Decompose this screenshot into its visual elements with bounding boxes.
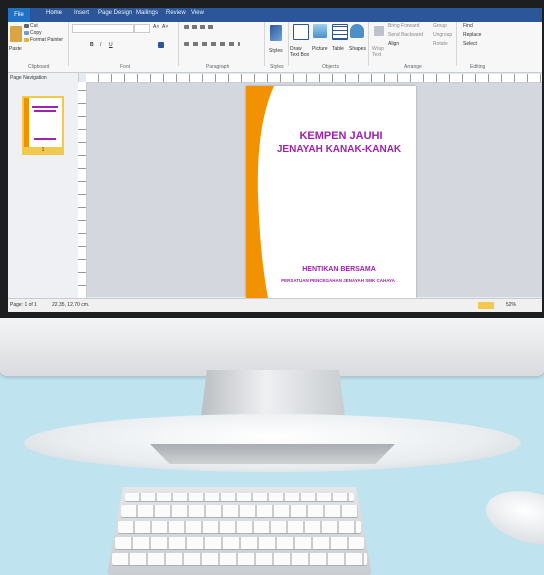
shrink-font-button[interactable]: A˅: [162, 24, 168, 30]
objects-group-label: Objects: [322, 64, 339, 70]
underline-button[interactable]: U: [109, 42, 113, 48]
page-navigation-title: Page Navigation: [10, 75, 47, 81]
cut-button[interactable]: Cut: [30, 23, 38, 29]
copy-icon[interactable]: [24, 31, 29, 35]
font-group-label: Font: [120, 64, 131, 70]
text-box-icon[interactable]: [293, 24, 309, 40]
copy-button[interactable]: Copy: [30, 30, 42, 36]
tab-review[interactable]: Review: [166, 10, 186, 16]
document-organization: PERSATUAN PENCEGAHAN JENAYAH SMK CAHAYA: [281, 278, 395, 283]
grow-font-button[interactable]: A˄: [153, 24, 159, 30]
replace-button[interactable]: Replace: [463, 32, 481, 38]
italic-button[interactable]: I: [100, 42, 101, 48]
divider: [288, 22, 289, 66]
styles-group-label: Styles: [270, 64, 284, 70]
wrap-text-button[interactable]: Wrap Text: [372, 46, 384, 58]
divider: [368, 22, 369, 66]
wrap-text-icon[interactable]: [374, 26, 384, 36]
thumbnail-title-line: [34, 110, 56, 112]
keyboard-home-row: [115, 537, 364, 549]
font-name-dropdown[interactable]: [72, 24, 134, 33]
font-color-icon[interactable]: [158, 42, 164, 48]
vertical-ruler: [78, 82, 87, 298]
ribbon-tab-bar: File Home Insert Page Design Mailings Re…: [8, 8, 542, 22]
format-painter-icon[interactable]: [24, 38, 29, 42]
format-painter-button[interactable]: Format Painter: [30, 37, 63, 43]
ribbon: Paste Cut Copy Format Painter Clipboard …: [8, 22, 542, 73]
tab-home[interactable]: Home: [46, 10, 62, 16]
shapes-button[interactable]: Shapes: [349, 46, 366, 52]
font-size-dropdown[interactable]: [134, 24, 150, 33]
thumbnail-page-number: 1: [24, 147, 62, 153]
cut-icon[interactable]: [24, 24, 29, 28]
arrange-group-label: Arrange: [404, 64, 422, 70]
thumbnail-orange-bar: [24, 98, 29, 153]
ungroup-button[interactable]: Ungroup: [433, 32, 452, 38]
align-button[interactable]: Align: [388, 41, 399, 47]
find-button[interactable]: Find: [463, 23, 473, 29]
divider: [178, 22, 179, 66]
paste-button[interactable]: Paste: [9, 46, 22, 52]
thumbnail-title-line: [32, 106, 58, 108]
paragraph-group-label: Paragraph: [206, 64, 230, 70]
styles-button[interactable]: Styles: [269, 48, 283, 54]
monitor-chin: [0, 318, 544, 376]
tab-file[interactable]: File: [8, 8, 30, 22]
group-button[interactable]: Group: [433, 23, 447, 29]
screen: File Home Insert Page Design Mailings Re…: [8, 8, 542, 312]
monitor-stand-foot: [150, 444, 395, 464]
clipboard-group-label: Clipboard: [28, 64, 50, 70]
divider: [68, 22, 69, 66]
bring-forward-button[interactable]: Bring Forward: [388, 23, 419, 29]
styles-icon[interactable]: [270, 25, 282, 41]
mouse: [480, 482, 544, 554]
send-backward-button[interactable]: Send Backward: [388, 32, 423, 38]
cursor-position-status: 22.35, 12.70 cm.: [52, 302, 90, 308]
picture-icon[interactable]: [313, 24, 327, 38]
status-bar: Page: 1 of 1 22.35, 12.70 cm. 52%: [8, 298, 542, 312]
list-icons[interactable]: [184, 25, 214, 29]
tab-page-design[interactable]: Page Design: [98, 10, 132, 16]
table-button[interactable]: Table: [332, 46, 344, 52]
tab-insert[interactable]: Insert: [74, 10, 89, 16]
document-title-line2: JENAYAH KANAK-KANAK: [276, 144, 402, 155]
select-button[interactable]: Select: [463, 41, 477, 47]
keyboard-number-row: [121, 505, 358, 517]
keyboard-top-row: [118, 521, 361, 533]
paste-icon[interactable]: [10, 26, 22, 42]
keyboard-function-row: [125, 493, 354, 501]
editing-group-label: Editing: [470, 64, 486, 70]
horizontal-ruler: [86, 74, 542, 83]
zoom-level[interactable]: 52%: [506, 302, 516, 308]
alignment-icons[interactable]: [184, 42, 240, 46]
view-mode-button[interactable]: [478, 302, 494, 309]
tab-view[interactable]: View: [191, 10, 204, 16]
table-icon[interactable]: [332, 24, 348, 40]
keyboard: [107, 487, 372, 575]
page-thumbnail[interactable]: 1: [22, 96, 64, 155]
document-title-line1: KEMPEN JAUHI: [299, 130, 383, 142]
document-page[interactable]: KEMPEN JAUHI JENAYAH KANAK-KANAK HENTIKA…: [246, 86, 416, 298]
rotate-button[interactable]: Rotate: [433, 41, 448, 47]
document-subtitle: HENTIKAN BERSAMA: [302, 266, 376, 273]
keyboard-bottom-row: [112, 553, 367, 565]
draw-text-box-button[interactable]: Draw Text Box: [290, 46, 309, 58]
shapes-icon[interactable]: [350, 24, 364, 38]
thumbnail-footer-line: [34, 138, 56, 140]
page-count-status[interactable]: Page: 1 of 1: [10, 302, 37, 308]
divider: [264, 22, 265, 66]
picture-button[interactable]: Picture: [312, 46, 328, 52]
divider: [456, 22, 457, 66]
tab-mailings[interactable]: Mailings: [136, 10, 158, 16]
bold-button[interactable]: B: [90, 42, 94, 48]
